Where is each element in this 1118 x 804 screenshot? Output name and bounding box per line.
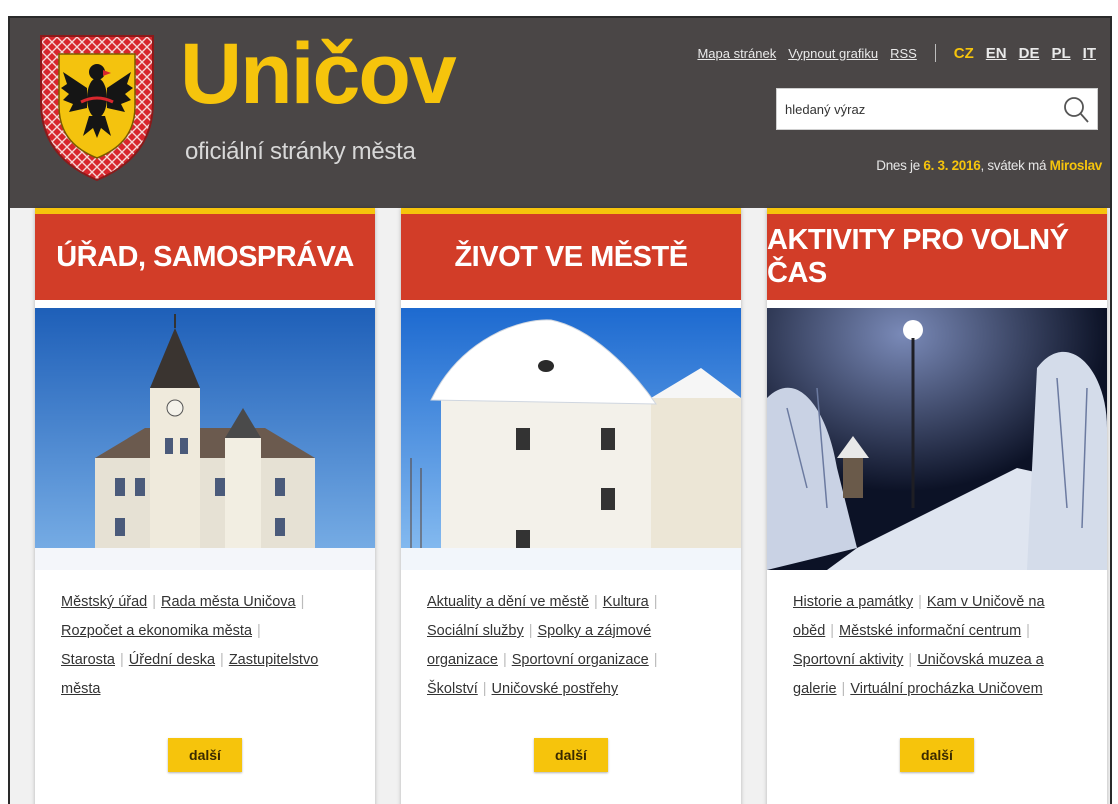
- lang-it[interactable]: IT: [1083, 45, 1096, 62]
- card-urad-samosprava: ÚŘAD, SAMOSPRÁVA Městský úřad | Rada měs…: [35, 208, 375, 804]
- town-hall-photo[interactable]: [35, 308, 375, 570]
- search-input[interactable]: [777, 89, 1047, 129]
- pipe: |: [830, 623, 835, 639]
- section-cards: ÚŘAD, SAMOSPRÁVA Městský úřad | Rada měs…: [35, 208, 1110, 804]
- more-button[interactable]: další: [900, 738, 974, 772]
- site-title[interactable]: Uničov: [180, 24, 457, 124]
- pipe: |: [653, 652, 658, 668]
- more-button[interactable]: další: [168, 738, 242, 772]
- lang-de[interactable]: DE: [1019, 45, 1040, 62]
- pipe: |: [257, 623, 261, 639]
- link-historie[interactable]: Historie a památky: [793, 594, 913, 610]
- card-links: Historie a památky | Kam v Uničově na oběd…: [793, 588, 1089, 704]
- link-skolstvi[interactable]: Školství: [427, 681, 478, 697]
- pipe: |: [594, 594, 598, 610]
- site-header: Uničov oficiální stránky města Mapa strá…: [10, 18, 1110, 208]
- more-button[interactable]: další: [534, 738, 608, 772]
- castle-winter-photo[interactable]: [401, 308, 741, 570]
- rss-link[interactable]: RSS: [890, 46, 917, 61]
- night-park-photo[interactable]: [767, 308, 1107, 570]
- card-aktivity-volny-cas: AKTIVITY PRO VOLNÝ ČAS Historie a památk…: [767, 208, 1107, 804]
- town-crest-icon[interactable]: [37, 32, 157, 182]
- disable-graphics-link[interactable]: Vypnout grafiku: [788, 46, 878, 61]
- link-postrehy[interactable]: Uničovské postřehy: [492, 681, 619, 697]
- search-icon: [1064, 97, 1089, 123]
- card-title[interactable]: ŽIVOT VE MĚSTĚ: [401, 214, 741, 300]
- pipe: |: [300, 594, 305, 610]
- card-links: Aktuality a dění ve městě | Kultura | Sociá…: [427, 588, 723, 704]
- lang-en[interactable]: EN: [986, 45, 1007, 62]
- link-aktuality[interactable]: Aktuality a dění ve městě: [427, 594, 589, 610]
- lang-cz[interactable]: CZ: [954, 45, 974, 62]
- card-links: Městský úřad | Rada města Uničova | Rozpoče…: [61, 588, 357, 704]
- link-starosta[interactable]: Starosta: [61, 652, 115, 668]
- current-date: 6. 3. 2016: [923, 158, 981, 173]
- link-uredni-deska[interactable]: Úřední deska: [129, 652, 215, 668]
- card-title[interactable]: AKTIVITY PRO VOLNÝ ČAS: [767, 214, 1107, 300]
- card-zivot-ve-meste: ŽIVOT VE MĚSTĚ Aktuality a dění ve městě…: [401, 208, 741, 804]
- pipe: |: [528, 623, 533, 639]
- card-title[interactable]: ÚŘAD, SAMOSPRÁVA: [35, 214, 375, 300]
- link-sportovni-aktivity[interactable]: Sportovní aktivity: [793, 652, 903, 668]
- date-prefix: Dnes je: [876, 158, 924, 173]
- page-frame: Uničov oficiální stránky města Mapa strá…: [8, 16, 1112, 804]
- card-separator: [35, 300, 375, 308]
- lang-pl[interactable]: PL: [1051, 45, 1070, 62]
- nameday-name: Miroslav: [1049, 158, 1103, 173]
- pipe: |: [841, 681, 846, 697]
- link-rozpocet[interactable]: Rozpočet a ekonomika města: [61, 623, 252, 639]
- divider: [934, 44, 936, 62]
- link-mestsky-urad[interactable]: Městský úřad: [61, 594, 147, 610]
- pipe: |: [120, 652, 124, 668]
- pipe: |: [1026, 623, 1030, 639]
- pipe: |: [653, 594, 658, 610]
- pipe: |: [152, 594, 157, 610]
- link-rada-mesta[interactable]: Rada města Uničova: [161, 594, 296, 610]
- link-sportovni-organizace[interactable]: Sportovní organizace: [512, 652, 649, 668]
- pipe: |: [502, 652, 507, 668]
- card-separator: [767, 300, 1107, 308]
- top-links-bar: Mapa stránek Vypnout grafiku RSS CZ EN D…: [697, 44, 1096, 62]
- pipe: |: [918, 594, 922, 610]
- search-button[interactable]: [1061, 95, 1091, 125]
- link-socialni-sluzby[interactable]: Sociální služby: [427, 623, 524, 639]
- card-separator: [401, 300, 741, 308]
- pipe: |: [220, 652, 224, 668]
- pipe: |: [908, 652, 913, 668]
- pipe: |: [482, 681, 487, 697]
- link-infocentrum[interactable]: Městské informační centrum: [839, 623, 1021, 639]
- site-subtitle: oficiální stránky města: [185, 138, 416, 165]
- link-virtualni-prochazka[interactable]: Virtuální procházka Uničovem: [850, 681, 1042, 697]
- date-middle: , svátek má: [980, 158, 1050, 173]
- sitemap-link[interactable]: Mapa stránek: [697, 46, 776, 61]
- date-nameday: Dnes je 6. 3. 2016, svátek má Miroslav: [876, 158, 1102, 173]
- link-kultura[interactable]: Kultura: [603, 594, 649, 610]
- search-box: [776, 88, 1098, 130]
